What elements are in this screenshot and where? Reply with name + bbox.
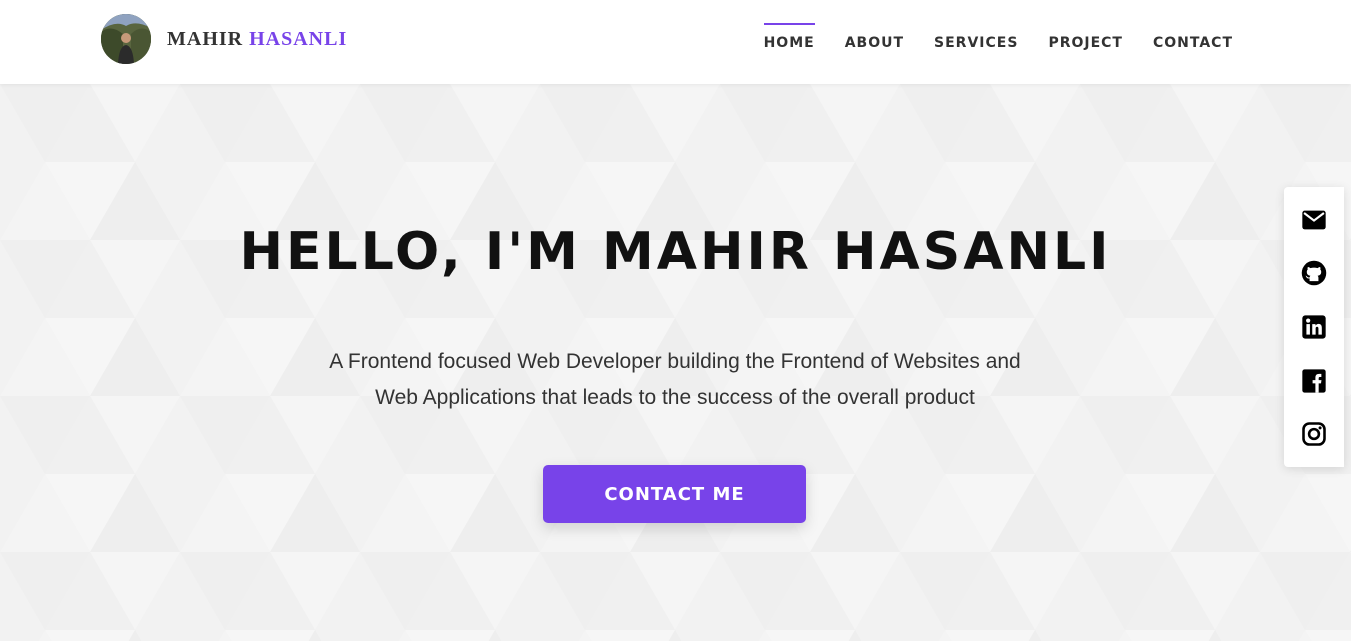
linkedin-icon <box>1302 315 1326 339</box>
email-link[interactable] <box>1300 206 1328 234</box>
brand-last-name: HASANLI <box>249 27 348 50</box>
avatar <box>101 14 151 64</box>
avatar-photo-icon <box>101 14 151 64</box>
hero-title: HELLO, I'M MAHIR HASANLI <box>239 222 1112 282</box>
nav-project[interactable]: PROJECT <box>1048 33 1123 51</box>
nav-contact[interactable]: CONTACT <box>1153 33 1233 51</box>
brand-name: MAHIR HASANLI <box>167 28 347 51</box>
hero-subtitle: A Frontend focused Web Developer buildin… <box>329 350 1021 409</box>
nav-services[interactable]: SERVICES <box>934 33 1018 51</box>
github-icon <box>1301 261 1327 286</box>
facebook-icon <box>1302 368 1326 393</box>
brand-first-name: MAHIR <box>167 27 244 50</box>
facebook-link[interactable] <box>1300 367 1328 395</box>
instagram-icon <box>1302 422 1326 446</box>
nav-about[interactable]: ABOUT <box>845 33 904 51</box>
github-link[interactable] <box>1300 259 1328 287</box>
nav-home[interactable]: HOME <box>763 23 815 51</box>
brand-logo-link[interactable]: MAHIR HASANLI <box>101 14 347 64</box>
linkedin-link[interactable] <box>1300 313 1328 341</box>
mail-icon <box>1302 210 1326 230</box>
instagram-link[interactable] <box>1300 420 1328 448</box>
contact-me-button[interactable]: CONTACT ME <box>543 465 806 523</box>
hero-section: HELLO, I'M MAHIR HASANLI A Frontend focu… <box>0 84 1351 641</box>
site-header: MAHIR HASANLI HOME ABOUT SERVICES PROJEC… <box>0 0 1351 84</box>
social-sidebar <box>1284 187 1344 467</box>
main-nav: HOME ABOUT SERVICES PROJECT CONTACT <box>734 0 1233 84</box>
